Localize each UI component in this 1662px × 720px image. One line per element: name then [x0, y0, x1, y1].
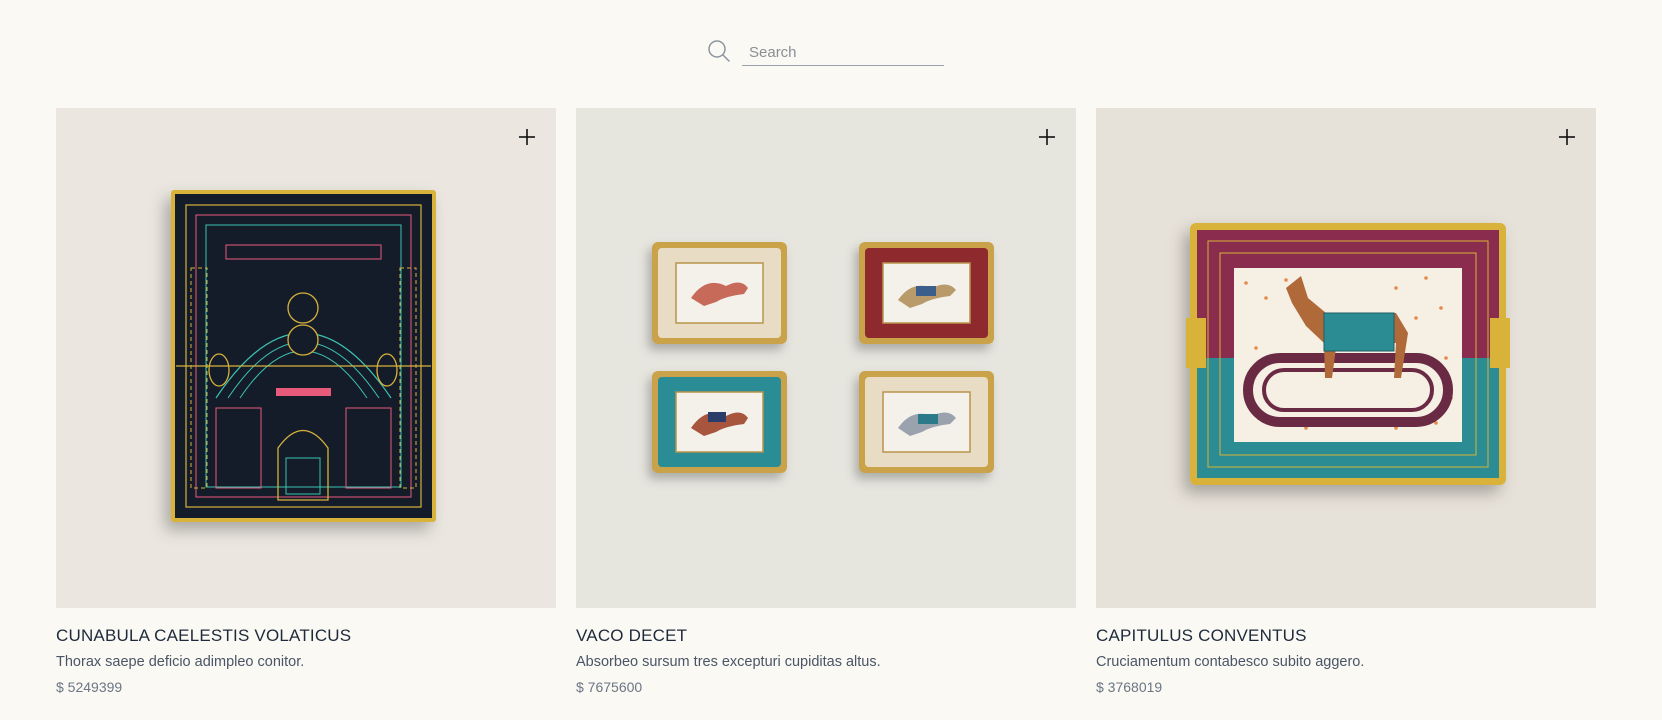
product-description: Cruciamentum contabesco subito aggero.: [1096, 654, 1365, 670]
add-button[interactable]: [1554, 124, 1580, 150]
horse-racetrack-ashtray-image: [1186, 223, 1510, 485]
product-media[interactable]: [1096, 108, 1596, 608]
product-description: Thorax saepe deficio adimpleo conitor.: [56, 654, 305, 670]
add-button[interactable]: [514, 124, 540, 150]
plus-icon: [1039, 129, 1055, 145]
four-horse-ashtrays-image: [652, 242, 994, 473]
add-button[interactable]: [1034, 124, 1060, 150]
product-description: Absorbeo sursum tres excepturi cupiditas…: [576, 654, 881, 670]
product-name[interactable]: CAPITULUS CONVENTUS: [1096, 626, 1596, 646]
product-price: $ 3768019: [1096, 679, 1163, 695]
plus-icon: [519, 129, 535, 145]
product-card[interactable]: VACO DECET Absorbeo sursum tres exceptur…: [576, 108, 1076, 696]
product-media[interactable]: [56, 108, 556, 608]
product-grid: CUNABULA CAELESTIS VOLATICUS Thorax saep…: [56, 108, 1596, 696]
search-input[interactable]: [742, 40, 944, 66]
product-media[interactable]: [576, 108, 1076, 608]
product-price: $ 5249399: [56, 679, 123, 695]
geometric-ashtray-image: [171, 190, 436, 522]
product-price: $ 7675600: [576, 679, 643, 695]
search-icon[interactable]: [707, 39, 731, 63]
search-bar: [707, 36, 945, 70]
product-card[interactable]: CAPITULUS CONVENTUS Cruciamentum contabe…: [1096, 108, 1596, 696]
product-card[interactable]: CUNABULA CAELESTIS VOLATICUS Thorax saep…: [56, 108, 556, 696]
product-name[interactable]: VACO DECET: [576, 626, 1076, 646]
product-name[interactable]: CUNABULA CAELESTIS VOLATICUS: [56, 626, 556, 646]
plus-icon: [1559, 129, 1575, 145]
